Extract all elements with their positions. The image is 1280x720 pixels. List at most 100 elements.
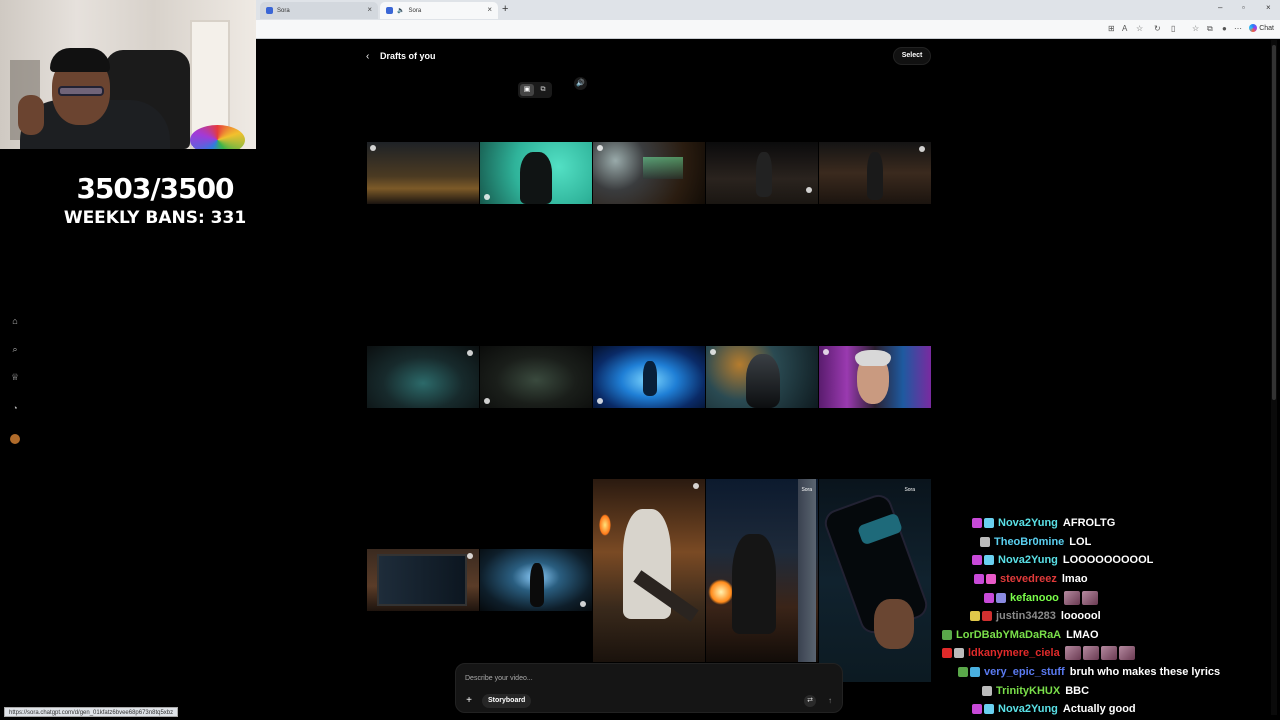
close-window-icon[interactable]: × <box>1266 3 1271 12</box>
pillar <box>798 479 816 662</box>
browser-tab-1[interactable]: Sora × <box>260 2 378 19</box>
browser-tab-1-label: Sora <box>277 7 290 14</box>
chat-username: justin34283 <box>996 610 1056 623</box>
chat-badges <box>974 574 996 585</box>
sora-watermark-icon <box>710 349 716 355</box>
refresh-icon[interactable]: ↻ <box>1154 24 1161 33</box>
draft-thumbnail[interactable] <box>819 346 931 408</box>
draft-thumbnail[interactable] <box>480 346 592 408</box>
draft-thumbnail[interactable] <box>706 142 818 204</box>
sora-watermark-icon <box>806 187 812 193</box>
chat-username: stevedreez <box>1000 573 1057 586</box>
display-case <box>643 157 683 179</box>
select-button[interactable]: Select <box>893 47 931 65</box>
draft-thumbnail[interactable]: Sora <box>819 479 931 682</box>
draft-thumbnail[interactable] <box>480 549 592 611</box>
close-tab-icon[interactable]: × <box>487 5 492 14</box>
chat-emote-icon <box>1082 646 1099 661</box>
chat-badge-icon <box>982 685 992 696</box>
maximize-icon[interactable]: ▫ <box>1242 3 1245 12</box>
webcam-overlay <box>0 0 256 149</box>
chat-text: bruh who makes these lyrics <box>1069 666 1221 679</box>
draft-thumbnail[interactable] <box>480 142 592 204</box>
add-media-button[interactable]: + <box>463 695 475 707</box>
man-figure <box>867 152 883 200</box>
chat-message: TheoBr0mine LOL <box>940 533 1270 552</box>
chat-username: Nova2Yung <box>998 517 1058 530</box>
chat-badge-icon <box>986 574 996 585</box>
chat-emote-icon <box>1063 590 1080 605</box>
grid-view-icon[interactable]: ▣ <box>520 84 534 96</box>
minimize-icon[interactable]: – <box>1218 3 1222 12</box>
new-tab-button[interactable]: + <box>502 3 508 15</box>
chat-badge-icon <box>972 518 982 529</box>
prompt-bar[interactable]: Describe your video... + Storyboard ⇄ ↑ <box>455 663 843 713</box>
chat-message: Nova2Yung Actually good <box>940 700 1270 719</box>
chat-message: very_epic_stuff bruh who makes these lyri… <box>940 663 1270 682</box>
chat-text: BBC <box>1065 684 1090 697</box>
copilot-chat-button[interactable]: Chat <box>1249 24 1274 32</box>
apps-icon[interactable]: ⊞ <box>1108 24 1115 33</box>
sora-watermark-icon <box>597 145 603 151</box>
chat-text: LMAO <box>1066 628 1099 641</box>
alt-view-icon[interactable]: ⧉ <box>536 84 550 96</box>
storyboard-button[interactable]: Storyboard <box>482 694 532 708</box>
settings-icon[interactable]: ⇄ <box>804 695 816 707</box>
figure-silhouette <box>643 361 657 396</box>
chat-message: justin34283 loooool <box>940 607 1270 626</box>
sora-watermark-icon <box>370 145 376 151</box>
trophy-icon[interactable]: ♕ <box>10 372 20 382</box>
read-aloud-icon[interactable]: A <box>1122 24 1127 33</box>
draft-thumbnail[interactable] <box>593 479 705 662</box>
chat-badges <box>982 685 992 696</box>
chat-text: AFROLTG <box>1062 517 1116 530</box>
chat-emote-icon <box>1064 646 1081 661</box>
chat-badges <box>942 629 952 640</box>
scrollbar[interactable] <box>1271 40 1277 715</box>
chat-message: Nova2Yung AFROLTG <box>940 514 1270 533</box>
draft-thumbnail[interactable] <box>367 142 479 204</box>
favorites-icon[interactable]: ☆ <box>1192 24 1199 33</box>
speaker-icon[interactable]: 🔈 <box>397 7 404 14</box>
chat-message: kefanooo <box>940 588 1270 607</box>
scrollbar-thumb[interactable] <box>1272 45 1276 400</box>
sora-watermark-icon <box>580 601 586 607</box>
page-title: Drafts of you <box>380 51 436 61</box>
back-icon[interactable]: ‹ <box>366 51 369 62</box>
sound-icon[interactable]: 🔊 <box>574 77 587 90</box>
sora-watermark-icon <box>693 483 699 489</box>
send-button[interactable]: ↑ <box>824 695 836 707</box>
browser-address-bar[interactable]: ⊞ A ☆ ↻ ▯ ☆ ⧉ ● ⋯ Chat <box>256 20 1280 39</box>
draft-thumbnail[interactable]: Sora <box>706 479 818 662</box>
ban-counter: 3503/3500 <box>76 172 234 205</box>
sora-tag: Sora <box>904 487 915 493</box>
chat-badge-icon <box>984 555 994 566</box>
profile-avatar[interactable] <box>10 434 20 444</box>
browser-tab-2[interactable]: 🔈 Sora × <box>380 2 498 19</box>
home-icon[interactable]: ⌂ <box>10 316 20 326</box>
prompt-input[interactable]: Describe your video... <box>465 675 533 682</box>
chat-username: ldkanymere_ciela <box>968 647 1060 660</box>
close-tab-icon[interactable]: × <box>367 5 372 14</box>
more-icon[interactable]: ⋯ <box>1234 24 1242 33</box>
chat-text: LOL <box>1069 535 1092 548</box>
draft-thumbnail[interactable] <box>367 346 479 408</box>
split-screen-icon[interactable]: ▯ <box>1171 24 1175 33</box>
collections-icon[interactable]: ⧉ <box>1207 24 1213 34</box>
chat-username: Nova2Yung <box>998 703 1058 716</box>
draft-thumbnail[interactable] <box>819 142 931 204</box>
chat-message: LorDBabYMaDaRaA LMAO <box>940 626 1270 645</box>
favorite-star-icon[interactable]: ☆ <box>1136 24 1143 33</box>
man-figure <box>530 563 544 607</box>
search-icon[interactable]: ⌕ <box>10 344 20 354</box>
profile-icon[interactable]: ● <box>1222 24 1227 33</box>
view-toggle[interactable]: ▣ ⧉ <box>518 82 552 98</box>
draft-thumbnail[interactable] <box>706 346 818 408</box>
draft-thumbnail[interactable] <box>593 346 705 408</box>
draft-thumbnail[interactable] <box>593 142 705 204</box>
chat-badges <box>984 592 1006 603</box>
streamer-hair <box>50 48 110 72</box>
sora-watermark-icon <box>467 350 473 356</box>
draft-thumbnail[interactable] <box>367 549 479 611</box>
bell-icon[interactable]: ◔ <box>10 403 20 413</box>
